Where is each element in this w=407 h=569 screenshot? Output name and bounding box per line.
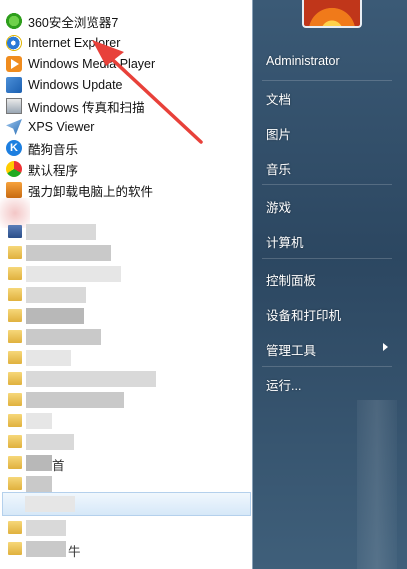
internet-explorer-icon bbox=[6, 35, 22, 51]
pixelated-label bbox=[26, 455, 52, 471]
user-avatar[interactable] bbox=[302, 0, 362, 28]
pixelated-label bbox=[25, 496, 75, 512]
program-fax-scan[interactable]: Windows 传真和扫描 bbox=[2, 96, 251, 116]
start-menu: 360安全浏览器7 Internet Explorer Windows Medi… bbox=[0, 0, 407, 569]
program-label: Windows 传真和扫描 bbox=[28, 100, 145, 115]
blurred-program-folder[interactable] bbox=[2, 369, 251, 389]
blurred-program-folder[interactable] bbox=[2, 327, 251, 347]
pixelated-label bbox=[26, 308, 84, 324]
blurred-program-folder[interactable] bbox=[2, 432, 251, 452]
blurred-program-folder[interactable] bbox=[2, 390, 251, 410]
program-uninstaller[interactable]: 强力卸载电脑上的软件 bbox=[2, 180, 251, 200]
folder-icon bbox=[8, 393, 22, 406]
windows-update-icon bbox=[6, 77, 22, 93]
program-label: Windows Media Player bbox=[28, 57, 156, 71]
pixelated-label bbox=[26, 392, 124, 408]
folder-icon bbox=[8, 521, 22, 534]
pixelated-label bbox=[26, 476, 52, 492]
blurred-program-folder[interactable] bbox=[2, 243, 251, 263]
folder-icon bbox=[8, 351, 22, 364]
folder-icon bbox=[8, 477, 22, 490]
pixelated-label bbox=[26, 329, 101, 345]
program-xps-viewer[interactable]: XPS Viewer bbox=[2, 117, 251, 137]
folder-icon bbox=[8, 542, 22, 555]
blurred-program-folder[interactable] bbox=[2, 264, 251, 284]
place-documents[interactable]: 文档 bbox=[266, 89, 291, 108]
folder-icon bbox=[8, 246, 22, 259]
program-label: XPS Viewer bbox=[28, 120, 95, 134]
program-windows-media-player[interactable]: Windows Media Player bbox=[2, 54, 251, 74]
pixelated-label bbox=[26, 371, 156, 387]
folder-icon bbox=[8, 330, 22, 343]
place-computer[interactable]: 计算机 bbox=[266, 232, 304, 251]
pixelated-label bbox=[26, 224, 96, 240]
blurred-program-folder[interactable] bbox=[2, 306, 251, 326]
place-user-folder[interactable]: Administrator bbox=[266, 54, 340, 68]
pixelated-label bbox=[26, 287, 86, 303]
place-music[interactable]: 音乐 bbox=[266, 159, 291, 178]
folder-icon bbox=[8, 309, 22, 322]
blurred-program-folder[interactable] bbox=[2, 411, 251, 431]
program-kugou-music[interactable]: K 酷狗音乐 bbox=[2, 138, 251, 158]
visible-text-fragment: 首 bbox=[52, 459, 65, 473]
program-label: 酷狗音乐 bbox=[28, 142, 79, 157]
pixelated-label bbox=[26, 434, 74, 450]
place-run[interactable]: 运行... bbox=[266, 375, 301, 394]
place-admin-tools[interactable]: 管理工具 bbox=[266, 340, 316, 359]
folder-icon bbox=[8, 456, 22, 469]
program-label: 强力卸载电脑上的软件 bbox=[28, 184, 154, 199]
visible-text-fragment: 牛 bbox=[68, 545, 81, 559]
program-internet-explorer[interactable]: Internet Explorer bbox=[2, 33, 251, 53]
blurred-program-folder[interactable] bbox=[2, 285, 251, 305]
blurred-program-folder[interactable]: 首 bbox=[2, 453, 251, 473]
blurred-program-folder[interactable] bbox=[2, 474, 251, 494]
browser-360-icon bbox=[6, 13, 22, 29]
divider bbox=[262, 258, 392, 259]
decorative-glow bbox=[357, 400, 397, 569]
folder-icon bbox=[8, 372, 22, 385]
divider bbox=[262, 80, 392, 81]
blurred-program-folder[interactable] bbox=[2, 348, 251, 368]
media-player-icon bbox=[6, 56, 22, 72]
blurred-program-folder[interactable] bbox=[2, 222, 251, 242]
pixelated-label bbox=[26, 245, 111, 261]
uninstaller-icon bbox=[6, 182, 22, 198]
xps-viewer-icon bbox=[6, 119, 22, 135]
place-devices-printers[interactable]: 设备和打印机 bbox=[266, 305, 341, 324]
place-games[interactable]: 游戏 bbox=[266, 197, 291, 216]
pixelated-label bbox=[26, 541, 66, 557]
pixelated-label bbox=[26, 350, 71, 366]
divider bbox=[262, 366, 392, 367]
program-360-browser[interactable]: 360安全浏览器7 bbox=[2, 11, 251, 31]
program-label: 默认程序 bbox=[28, 163, 79, 178]
highlighted-program-row[interactable] bbox=[2, 492, 251, 516]
pixelated-label bbox=[26, 520, 66, 536]
place-control-panel[interactable]: 控制面板 bbox=[266, 270, 316, 289]
folder-icon bbox=[8, 414, 22, 427]
pixelated-label bbox=[26, 266, 121, 282]
blurred-program-folder[interactable] bbox=[2, 518, 251, 538]
folder-icon bbox=[8, 288, 22, 301]
program-label: 360安全浏览器7 bbox=[28, 15, 119, 30]
folder-icon bbox=[8, 435, 22, 448]
submenu-arrow-icon bbox=[383, 343, 388, 351]
pixelated-label bbox=[26, 413, 52, 429]
folder-icon bbox=[8, 267, 22, 280]
program-label: Internet Explorer bbox=[28, 36, 121, 50]
default-programs-icon bbox=[6, 161, 22, 177]
all-programs-list: 360安全浏览器7 Internet Explorer Windows Medi… bbox=[0, 0, 253, 569]
folder-icon bbox=[8, 225, 22, 238]
program-default-programs[interactable]: 默认程序 bbox=[2, 159, 251, 179]
program-label: Windows Update bbox=[28, 78, 123, 92]
blurred-program-folder[interactable]: 牛 bbox=[2, 539, 251, 559]
program-windows-update[interactable]: Windows Update bbox=[2, 75, 251, 95]
divider bbox=[262, 184, 392, 185]
fax-scan-icon bbox=[6, 98, 22, 114]
kugou-music-icon: K bbox=[6, 140, 22, 156]
place-pictures[interactable]: 图片 bbox=[266, 124, 291, 143]
